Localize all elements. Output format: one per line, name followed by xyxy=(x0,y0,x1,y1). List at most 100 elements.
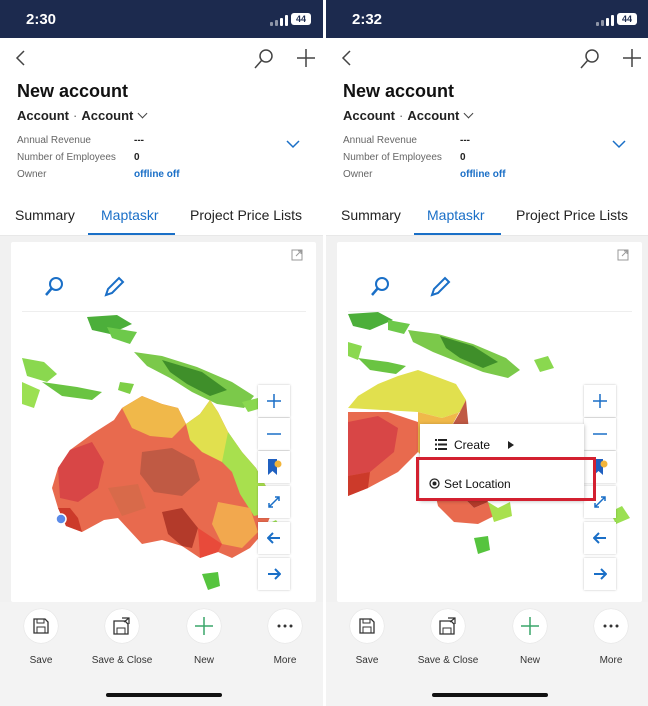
context-menu-create[interactable]: Create xyxy=(454,438,490,452)
home-indicator xyxy=(106,693,222,697)
status-bar: 2:30 44 xyxy=(0,0,323,38)
save-icon xyxy=(33,618,49,634)
entity-name: Account xyxy=(343,108,395,123)
save-close-icon xyxy=(439,617,456,635)
new-icon xyxy=(521,617,539,635)
screen-2: 2:32 44 New account Account · Account Annu… xyxy=(326,0,648,706)
field-value-annual-revenue: --- xyxy=(460,135,470,146)
save-close-button[interactable]: Save & Close xyxy=(77,607,167,666)
more-icon xyxy=(603,624,619,628)
new-icon xyxy=(195,617,213,635)
form-selector[interactable]: Account xyxy=(81,108,133,123)
field-value-owner[interactable]: offline off xyxy=(460,169,506,180)
pencil-icon[interactable] xyxy=(101,274,127,300)
zoom-out-icon xyxy=(593,433,607,435)
tab-maptaskr[interactable]: Maptaskr xyxy=(427,207,485,223)
new-button[interactable]: New xyxy=(159,607,249,666)
field-label-annual-revenue: Annual Revenue xyxy=(343,135,417,146)
status-bar: 2:32 44 xyxy=(326,0,648,38)
plus-icon[interactable] xyxy=(296,48,316,68)
search-icon[interactable] xyxy=(42,274,68,300)
active-tab-indicator xyxy=(88,233,175,235)
record-subtitle[interactable]: Account · Account xyxy=(17,108,148,123)
zoom-in-button[interactable] xyxy=(584,385,616,417)
pan-left-button[interactable] xyxy=(258,522,290,554)
layers-icon xyxy=(268,459,282,475)
zoom-out-icon xyxy=(267,433,281,435)
tab-project-price-lists[interactable]: Project Price Lists xyxy=(516,207,628,223)
record-subtitle[interactable]: Account · Account xyxy=(343,108,474,123)
screen-1: 2:30 44 New account Account · Account Annu… xyxy=(0,0,323,706)
search-icon[interactable] xyxy=(368,274,394,300)
field-label-employees: Number of Employees xyxy=(343,152,442,163)
zoom-out-button[interactable] xyxy=(258,418,290,450)
chevron-down-icon[interactable] xyxy=(137,108,148,119)
zoom-in-icon xyxy=(593,394,607,408)
field-label-annual-revenue: Annual Revenue xyxy=(17,135,91,146)
pan-left-button[interactable] xyxy=(584,522,616,554)
list-icon xyxy=(435,439,447,450)
layers-button[interactable] xyxy=(258,451,290,483)
pencil-icon[interactable] xyxy=(427,274,453,300)
home-indicator xyxy=(432,693,548,697)
zoom-in-button[interactable] xyxy=(258,385,290,417)
save-button[interactable]: Save xyxy=(326,607,412,666)
save-button[interactable]: Save xyxy=(0,607,86,666)
popout-icon[interactable] xyxy=(291,249,303,261)
plus-icon[interactable] xyxy=(622,48,642,68)
save-close-icon xyxy=(113,617,130,635)
record-title: New account xyxy=(343,81,455,101)
battery-indicator: 44 xyxy=(617,13,637,25)
fullscreen-button[interactable] xyxy=(258,486,290,518)
save-icon xyxy=(359,618,375,634)
more-button[interactable]: More xyxy=(240,607,323,666)
nav-bar xyxy=(0,38,323,78)
new-button[interactable]: New xyxy=(485,607,575,666)
expand-chevron-icon[interactable] xyxy=(612,137,626,151)
form-selector[interactable]: Account xyxy=(407,108,459,123)
back-arrow-icon[interactable] xyxy=(14,49,28,67)
fullscreen-icon xyxy=(268,496,280,508)
tab-bar: Summary Maptaskr Project Price Lists xyxy=(0,198,323,236)
pan-right-button[interactable] xyxy=(258,558,290,590)
nav-bar xyxy=(326,38,648,78)
field-value-owner[interactable]: offline off xyxy=(134,169,180,180)
status-time: 2:32 xyxy=(352,11,383,28)
record-title: New account xyxy=(17,81,129,101)
battery-indicator: 44 xyxy=(291,13,311,25)
signal-icon xyxy=(270,15,288,26)
tab-summary[interactable]: Summary xyxy=(341,207,401,223)
pan-right-icon xyxy=(594,568,607,580)
active-tab-indicator xyxy=(414,233,501,235)
pan-right-icon xyxy=(268,568,281,580)
more-button[interactable]: More xyxy=(566,607,648,666)
expand-chevron-icon[interactable] xyxy=(286,137,300,151)
pan-left-icon xyxy=(267,532,280,544)
field-label-owner: Owner xyxy=(343,169,373,180)
search-icon[interactable] xyxy=(253,48,275,70)
tab-summary[interactable]: Summary xyxy=(15,207,75,223)
signal-icon xyxy=(596,15,614,26)
field-value-annual-revenue: --- xyxy=(134,135,144,146)
field-value-employees: 0 xyxy=(134,152,140,163)
tab-project-price-lists[interactable]: Project Price Lists xyxy=(190,207,302,223)
field-label-employees: Number of Employees xyxy=(17,152,116,163)
field-value-employees: 0 xyxy=(460,152,466,163)
pan-right-button[interactable] xyxy=(584,558,616,590)
status-time: 2:30 xyxy=(26,11,57,28)
save-close-button[interactable]: Save & Close xyxy=(403,607,493,666)
zoom-in-icon xyxy=(267,394,281,408)
chevron-down-icon[interactable] xyxy=(463,108,474,119)
pan-left-icon xyxy=(593,532,606,544)
field-label-owner: Owner xyxy=(17,169,47,180)
tab-maptaskr[interactable]: Maptaskr xyxy=(101,207,159,223)
search-icon[interactable] xyxy=(579,48,601,70)
zoom-out-button[interactable] xyxy=(584,418,616,450)
entity-name: Account xyxy=(17,108,69,123)
caret-right-icon xyxy=(508,441,514,449)
back-arrow-icon[interactable] xyxy=(340,49,354,67)
highlight-box xyxy=(416,457,596,501)
more-icon xyxy=(277,624,293,628)
popout-icon[interactable] xyxy=(617,249,629,261)
tab-bar: Summary Maptaskr Project Price Lists xyxy=(326,198,648,236)
